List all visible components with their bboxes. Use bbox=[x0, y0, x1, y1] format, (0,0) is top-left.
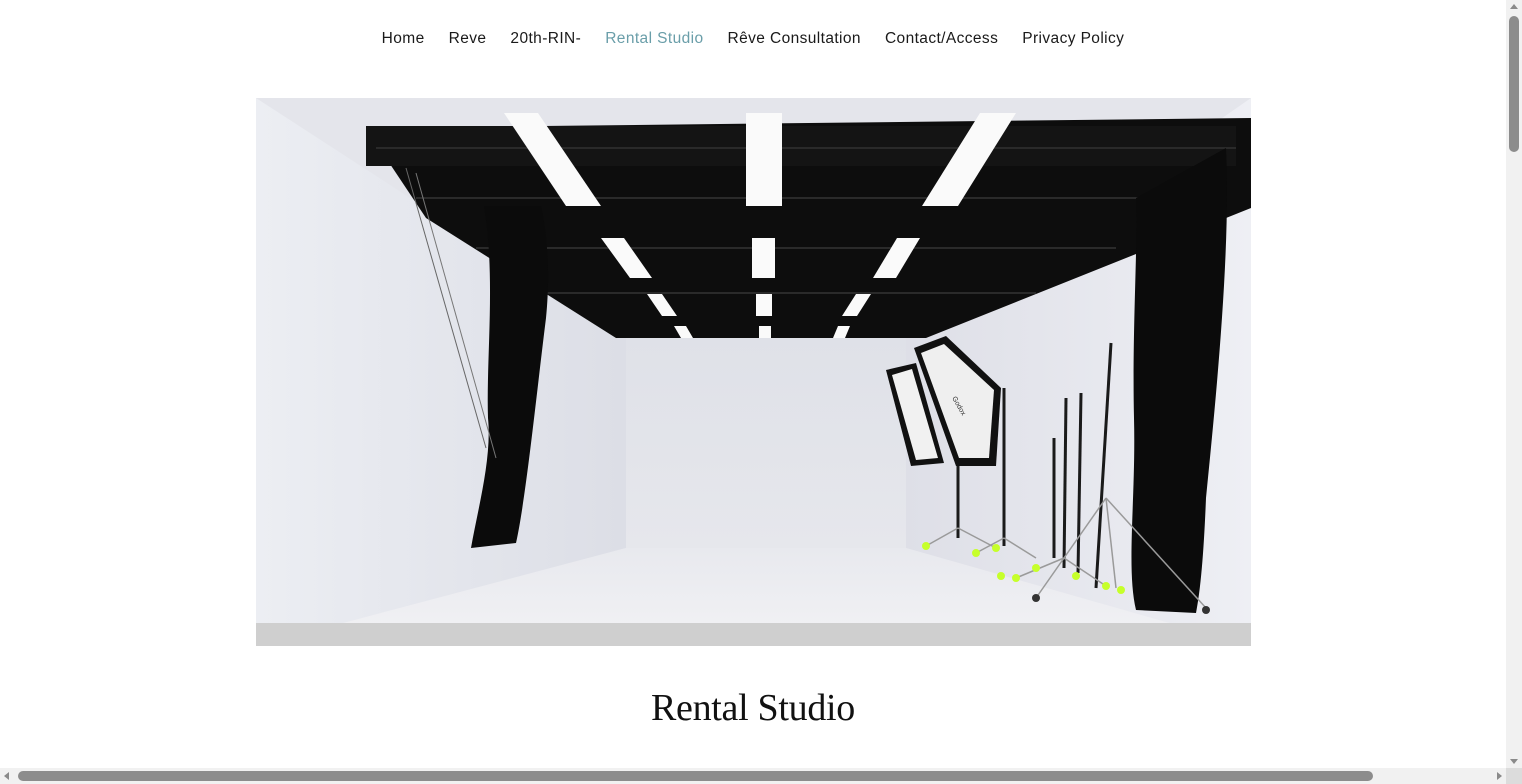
hero-studio-image: Godox bbox=[256, 98, 1251, 646]
horizontal-scrollbar[interactable] bbox=[0, 768, 1506, 784]
nav-item-reve[interactable]: Reve bbox=[437, 28, 499, 50]
nav-item-20th-rin[interactable]: 20th-RIN- bbox=[498, 28, 593, 50]
studio-illustration: Godox bbox=[256, 98, 1251, 646]
nav-item-contact-access[interactable]: Contact/Access bbox=[873, 28, 1010, 50]
page-title: Rental Studio bbox=[650, 687, 856, 729]
nav-item-rental-studio[interactable]: Rental Studio bbox=[593, 28, 715, 50]
horizontal-scroll-thumb[interactable] bbox=[18, 771, 1373, 781]
main-nav: Home Reve 20th-RIN- Rental Studio Rêve C… bbox=[0, 28, 1506, 50]
scroll-up-arrow-icon[interactable] bbox=[1510, 4, 1518, 9]
nav-item-reve-consultation[interactable]: Rêve Consultation bbox=[715, 28, 872, 50]
scroll-left-arrow-icon[interactable] bbox=[4, 772, 9, 780]
nav-item-privacy-policy[interactable]: Privacy Policy bbox=[1010, 28, 1136, 50]
vertical-scroll-thumb[interactable] bbox=[1509, 16, 1519, 152]
nav-item-home[interactable]: Home bbox=[370, 28, 437, 50]
scroll-down-arrow-icon[interactable] bbox=[1510, 759, 1518, 764]
scrollbar-corner bbox=[1506, 768, 1522, 784]
vertical-scrollbar[interactable] bbox=[1506, 0, 1522, 768]
scroll-right-arrow-icon[interactable] bbox=[1497, 772, 1502, 780]
